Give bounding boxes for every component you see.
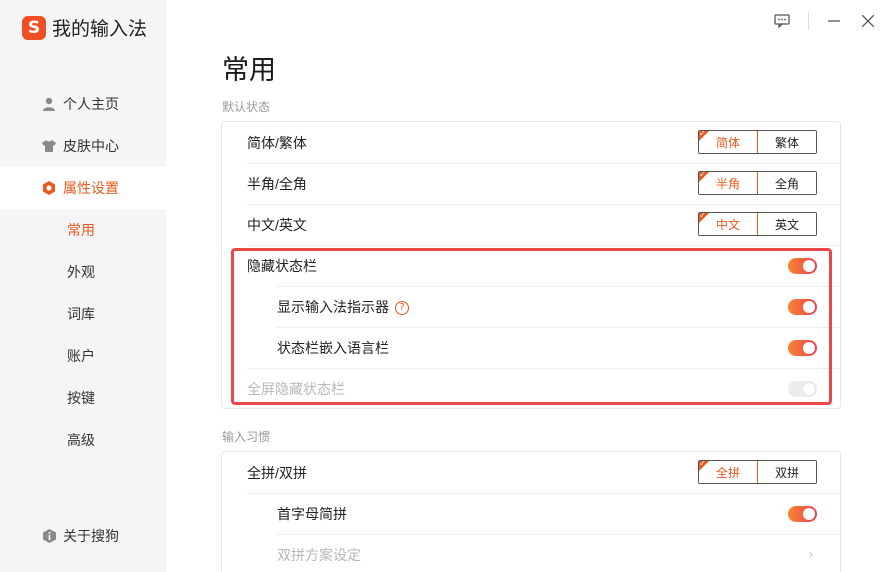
option-chinese[interactable]: ✓ 中文 [699,212,758,235]
option-label: 半角 [715,176,740,191]
toggle-embed-langbar[interactable] [788,340,817,356]
setting-row-show-indicator: 显示输入法指示器? [222,286,840,327]
settings-card-input-habits: 全拼/双拼 ✓ 全拼 双拼 首字母简拼 双拼方案设定 › [221,451,841,572]
setting-row-embed-langbar: 状态栏嵌入语言栏 [222,327,840,368]
sidebar-subitem-label: 外观 [67,264,95,280]
chevron-right-icon: › [808,546,814,563]
toggle-fullscreen-hide [788,381,817,397]
setting-label: 全屏隐藏状态栏 [247,380,345,397]
setting-label: 全拼/双拼 [247,464,307,481]
option-english[interactable]: 英文 [758,213,816,235]
setting-row-simplified-traditional: 简体/繁体 ✓ 简体 繁体 [222,122,840,163]
segmented-chinese-english: ✓ 中文 英文 [698,212,817,236]
option-traditional[interactable]: 繁体 [758,131,816,153]
brand: S 我的输入法 [22,14,147,41]
setting-label: 中文/英文 [247,216,307,233]
setting-label-text: 显示输入法指示器 [277,298,389,315]
toggle-hide-statusbar[interactable] [788,258,817,274]
user-icon [42,97,56,111]
window-controls-divider [808,12,809,30]
setting-label: 半角/全角 [247,175,307,192]
sidebar-subitem-appearance[interactable]: 外观 [0,251,166,293]
info-icon [42,529,56,543]
check-icon: ✓ [699,171,706,179]
sidebar-item-skins[interactable]: 皮肤中心 [0,125,166,167]
setting-label: 首字母简拼 [277,505,347,522]
setting-label: 状态栏嵌入语言栏 [277,339,389,356]
check-icon: ✓ [699,130,706,138]
section-label-default-state: 默认状态 [222,100,271,114]
option-doublepinyin[interactable]: 双拼 [758,461,816,483]
sidebar-item-label: 个人主页 [63,96,119,112]
brand-name: 我的输入法 [52,19,148,40]
setting-row-halfwidth-fullwidth: 半角/全角 ✓ 半角 全角 [222,163,840,204]
option-label: 双拼 [774,465,799,480]
setting-row-doublepinyin-scheme: 双拼方案设定 › [222,534,840,572]
sidebar-subitem-label: 词库 [67,306,95,322]
settings-card-default-state: 简体/繁体 ✓ 简体 繁体 半角/全角 ✓ 半角 全角 中文/英文 ✓ 中文 英文 隐… [221,121,841,409]
sidebar-item-about[interactable]: 关于搜狗 [0,515,166,557]
setting-row-hide-statusbar: 隐藏状态栏 [222,245,840,286]
option-label: 中文 [715,217,740,232]
help-icon[interactable]: ? [395,300,409,315]
sidebar-subitem-account[interactable]: 账户 [0,335,166,377]
option-label: 全拼 [715,465,740,480]
setting-row-chinese-english: 中文/英文 ✓ 中文 英文 [222,204,840,245]
feedback-icon[interactable] [771,10,793,32]
sidebar-subitem-common[interactable]: 常用 [0,209,166,251]
check-icon: ✓ [699,460,706,468]
segmented-halfwidth-fullwidth: ✓ 半角 全角 [698,171,817,195]
segmented-simplified-traditional: ✓ 简体 繁体 [698,130,817,154]
option-simplified[interactable]: ✓ 简体 [699,130,758,153]
minimize-icon[interactable] [823,10,845,32]
option-label: 繁体 [774,135,799,150]
section-label-input-habits: 输入习惯 [222,430,271,444]
sidebar-subitem-label: 按键 [67,390,95,406]
sidebar-item-label: 属性设置 [63,180,119,196]
shirt-icon [42,139,56,153]
sogou-logo-icon: S [22,15,46,40]
setting-label: 简体/繁体 [247,134,307,151]
sidebar-subitem-advanced[interactable]: 高级 [0,419,166,461]
sidebar-item-label: 关于搜狗 [63,528,119,544]
option-fullwidth[interactable]: 全角 [758,172,816,194]
setting-label: 双拼方案设定 [277,546,361,563]
option-label: 全角 [774,176,799,191]
option-halfwidth[interactable]: ✓ 半角 [699,171,758,194]
sidebar-subitem-keys[interactable]: 按键 [0,377,166,419]
close-icon[interactable] [857,10,879,32]
sidebar-subitem-label: 高级 [67,432,95,448]
settings-hexagon-icon [42,181,56,195]
setting-label: 隐藏状态栏 [247,257,317,274]
sidebar-item-settings[interactable]: 属性设置 [0,167,166,209]
sidebar-item-profile[interactable]: 个人主页 [0,83,166,125]
option-label: 英文 [774,217,799,232]
sidebar-item-label: 皮肤中心 [63,138,119,154]
setting-label: 显示输入法指示器? [277,297,409,317]
sidebar-subitem-label: 账户 [67,348,95,364]
toggle-initial-abbrev[interactable] [788,506,817,522]
option-label: 简体 [715,135,740,150]
sidebar-subitem-label: 常用 [67,222,95,238]
check-icon: ✓ [699,212,706,220]
segmented-fullpinyin-doublepinyin: ✓ 全拼 双拼 [698,460,817,484]
setting-row-fullscreen-hide: 全屏隐藏状态栏 [222,368,840,409]
toggle-show-indicator[interactable] [788,299,817,315]
setting-row-fullpinyin-doublepinyin: 全拼/双拼 ✓ 全拼 双拼 [222,452,840,493]
sidebar-subitem-lexicon[interactable]: 词库 [0,293,166,335]
page-title: 常用 [222,55,276,85]
sidebar: S 我的输入法 个人主页 皮肤中心 属性设置 常用 外观 词库 账户 按键 高级… [0,0,166,572]
option-fullpinyin[interactable]: ✓ 全拼 [699,460,758,483]
setting-row-initial-abbrev: 首字母简拼 [222,493,840,534]
